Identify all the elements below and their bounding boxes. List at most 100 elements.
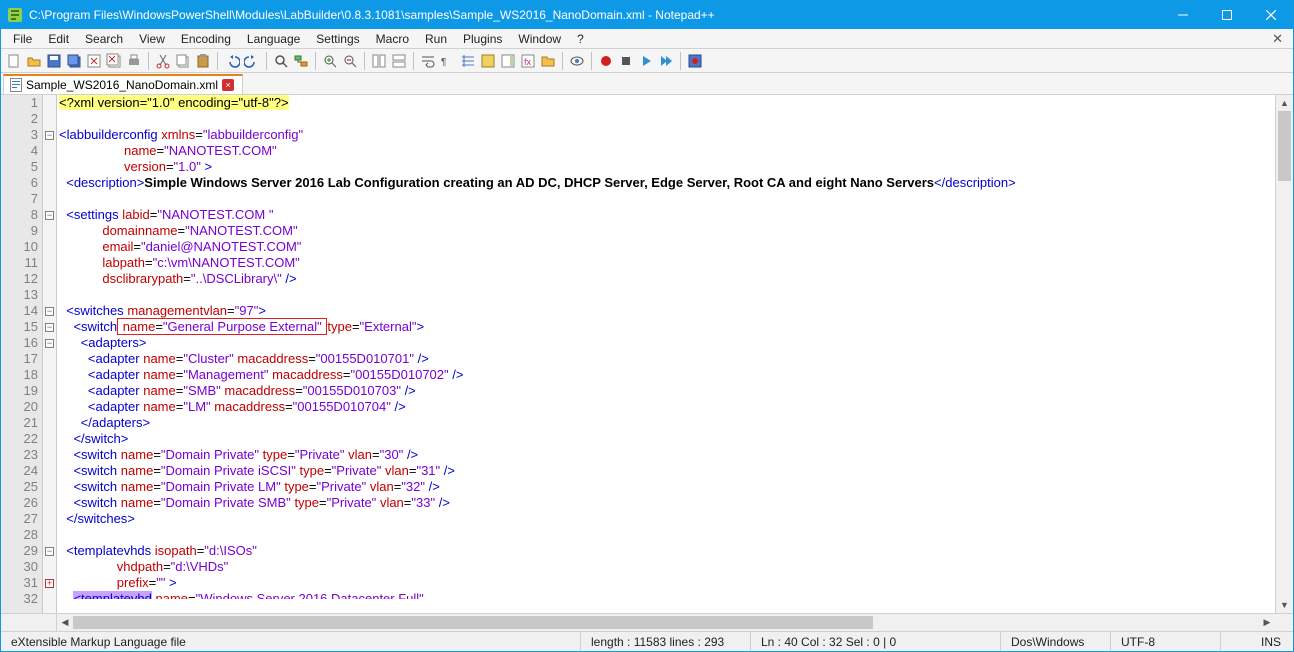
fold-marker[interactable]: − (43, 207, 56, 223)
menu-encoding[interactable]: Encoding (173, 30, 239, 48)
code-line[interactable] (59, 111, 1275, 127)
code-line[interactable]: domainname="NANOTEST.COM" (59, 223, 1275, 239)
menubar-close-icon[interactable]: ✕ (1266, 31, 1289, 47)
code-line[interactable]: <adapter name="LM" macaddress="00155D010… (59, 399, 1275, 415)
menu-macro[interactable]: Macro (368, 30, 417, 48)
code-line[interactable]: vhdpath="d:\VHDs" (59, 559, 1275, 575)
play-icon[interactable] (637, 52, 655, 70)
new-icon[interactable] (5, 52, 23, 70)
close-button[interactable] (1249, 1, 1293, 29)
horizontal-scroll-thumb[interactable] (73, 616, 873, 629)
code-line[interactable]: <adapter name="Cluster" macaddress="0015… (59, 351, 1275, 367)
code-line[interactable]: <templatevhd name="Windows Server 2016 D… (59, 591, 1275, 599)
undo-icon[interactable] (223, 52, 241, 70)
code-line[interactable]: <switch name="Domain Private" type="Priv… (59, 447, 1275, 463)
code-line[interactable]: <switch name="Domain Private SMB" type="… (59, 495, 1275, 511)
zoom-in-icon[interactable] (321, 52, 339, 70)
code-line[interactable]: <switch name="Domain Private LM" type="P… (59, 479, 1275, 495)
close-icon[interactable] (85, 52, 103, 70)
fold-marker[interactable]: + (43, 575, 56, 591)
code-line[interactable]: <description>Simple Windows Server 2016 … (59, 175, 1275, 191)
monitor-icon[interactable] (568, 52, 586, 70)
wrap-icon[interactable] (419, 52, 437, 70)
scroll-up-icon[interactable]: ▲ (1276, 95, 1293, 111)
code-line[interactable]: </adapters> (59, 415, 1275, 431)
menu-settings[interactable]: Settings (308, 30, 367, 48)
minimize-button[interactable] (1161, 1, 1205, 29)
code-line[interactable]: </switch> (59, 431, 1275, 447)
stop-icon[interactable] (617, 52, 635, 70)
lang-icon[interactable] (479, 52, 497, 70)
code-line[interactable]: <adapter name="SMB" macaddress="00155D01… (59, 383, 1275, 399)
print-icon[interactable] (125, 52, 143, 70)
scroll-left-icon[interactable]: ◀ (57, 614, 73, 631)
redo-icon[interactable] (243, 52, 261, 70)
fold-marker[interactable]: − (43, 303, 56, 319)
fold-marker[interactable]: − (43, 319, 56, 335)
fold-marker[interactable]: − (43, 543, 56, 559)
func-list-icon[interactable]: fx (519, 52, 537, 70)
tab-close-icon[interactable]: × (222, 79, 234, 91)
code-line[interactable]: <?xml version="1.0" encoding="utf-8"?> (59, 95, 1275, 111)
menu-search[interactable]: Search (77, 30, 131, 48)
folder-icon[interactable] (539, 52, 557, 70)
menu-help[interactable]: ? (569, 30, 592, 48)
save-icon[interactable] (45, 52, 63, 70)
code-line[interactable]: prefix="" > (59, 575, 1275, 591)
sync-h-icon[interactable] (390, 52, 408, 70)
code-line[interactable]: version="1.0" > (59, 159, 1275, 175)
code-line[interactable]: </switches> (59, 511, 1275, 527)
menu-plugins[interactable]: Plugins (455, 30, 510, 48)
titlebar[interactable]: C:\Program Files\WindowsPowerShell\Modul… (1, 1, 1293, 29)
menu-view[interactable]: View (131, 30, 173, 48)
sync-v-icon[interactable] (370, 52, 388, 70)
show-all-icon[interactable]: ¶ (439, 52, 457, 70)
menu-file[interactable]: File (5, 30, 40, 48)
horizontal-scrollbar[interactable]: ◀ ▶ (1, 613, 1293, 631)
play-multi-icon[interactable] (657, 52, 675, 70)
fold-gutter[interactable]: −−−−−−+ (43, 95, 57, 613)
code-line[interactable]: labpath="c:\vm\NANOTEST.COM" (59, 255, 1275, 271)
open-icon[interactable] (25, 52, 43, 70)
code-line[interactable]: <labbuilderconfig xmlns="labbuilderconfi… (59, 127, 1275, 143)
replace-icon[interactable] (292, 52, 310, 70)
zoom-out-icon[interactable] (341, 52, 359, 70)
save-macro-icon[interactable] (686, 52, 704, 70)
code-line[interactable] (59, 287, 1275, 303)
doc-map-icon[interactable] (499, 52, 517, 70)
tab-sample-xml[interactable]: Sample_WS2016_NanoDomain.xml × (3, 74, 243, 94)
menu-language[interactable]: Language (239, 30, 308, 48)
vertical-scroll-thumb[interactable] (1278, 111, 1291, 181)
copy-icon[interactable] (174, 52, 192, 70)
cut-icon[interactable] (154, 52, 172, 70)
record-icon[interactable] (597, 52, 615, 70)
close-all-icon[interactable] (105, 52, 123, 70)
code-line[interactable]: dsclibrarypath="..\DSCLibrary\" /> (59, 271, 1275, 287)
menu-window[interactable]: Window (510, 30, 569, 48)
code-line[interactable]: <templatevhds isopath="d:\ISOs" (59, 543, 1275, 559)
code-line[interactable]: <adapter name="Management" macaddress="0… (59, 367, 1275, 383)
code-line[interactable] (59, 527, 1275, 543)
code-line[interactable]: <switch name="Domain Private iSCSI" type… (59, 463, 1275, 479)
find-icon[interactable] (272, 52, 290, 70)
code-line[interactable]: <settings labid="NANOTEST.COM " (59, 207, 1275, 223)
fold-marker[interactable]: − (43, 335, 56, 351)
code-line[interactable]: <switches managementvlan="97"> (59, 303, 1275, 319)
fold-marker (43, 255, 56, 271)
code-line[interactable]: <adapters> (59, 335, 1275, 351)
code-line[interactable]: email="daniel@NANOTEST.COM" (59, 239, 1275, 255)
scroll-right-icon[interactable]: ▶ (1259, 614, 1275, 631)
paste-icon[interactable] (194, 52, 212, 70)
menu-run[interactable]: Run (417, 30, 455, 48)
scroll-down-icon[interactable]: ▼ (1276, 597, 1293, 613)
fold-marker[interactable]: − (43, 127, 56, 143)
code-line[interactable]: name="NANOTEST.COM" (59, 143, 1275, 159)
menu-edit[interactable]: Edit (40, 30, 77, 48)
maximize-button[interactable] (1205, 1, 1249, 29)
indent-guide-icon[interactable] (459, 52, 477, 70)
save-all-icon[interactable] (65, 52, 83, 70)
code-line[interactable] (59, 191, 1275, 207)
code-line[interactable]: <switch name="General Purpose External" … (59, 319, 1275, 335)
vertical-scrollbar[interactable]: ▲ ▼ (1275, 95, 1293, 613)
code-area[interactable]: <?xml version="1.0" encoding="utf-8"?> <l… (57, 95, 1275, 613)
